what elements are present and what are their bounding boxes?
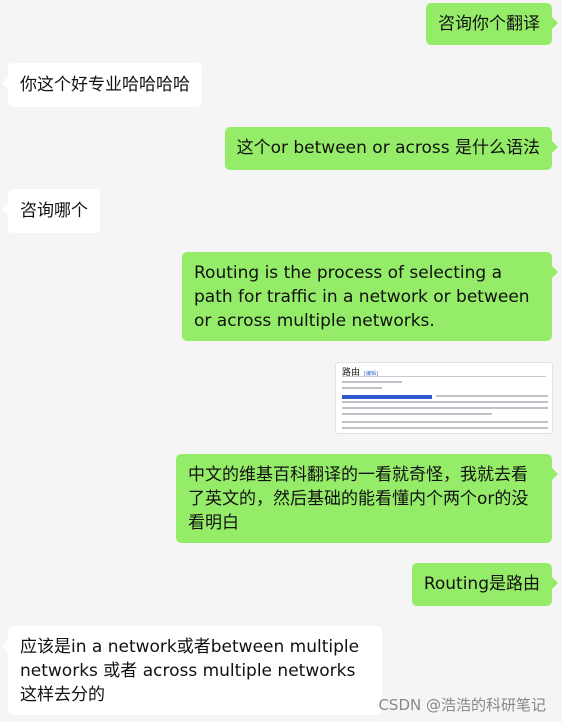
image-text-line — [342, 413, 492, 415]
message-bubble-sent[interactable]: 这个or between or across 是什么语法 — [224, 127, 559, 170]
message-bubble-received[interactable]: 你这个好专业哈哈哈哈 — [2, 63, 202, 107]
image-text-line — [436, 395, 548, 397]
image-text-line — [342, 407, 548, 409]
image-text-line — [342, 401, 548, 403]
image-text-line — [342, 427, 548, 429]
message-bubble-sent[interactable]: 中文的维基百科翻译的一看就奇怪，我就去看了英文的，然后基础的能看懂内个两个or的… — [176, 454, 558, 543]
image-text-line — [342, 387, 382, 389]
message-bubble-sent[interactable]: 咨询你个翻译 — [426, 3, 558, 45]
image-text-line — [342, 421, 548, 423]
image-rule — [342, 376, 546, 377]
watermark: CSDN @浩浩的科研笔记 — [378, 696, 546, 714]
image-highlight — [342, 395, 432, 399]
image-text-line — [342, 381, 402, 383]
message-bubble-received[interactable]: 应该是in a network或者between multiple networ… — [2, 626, 382, 715]
message-bubble-received[interactable]: 咨询哪个 — [2, 189, 100, 233]
image-message-wiki-screenshot[interactable]: 路由 [编辑] — [335, 362, 553, 434]
message-bubble-sent[interactable]: Routing是路由 — [411, 563, 559, 606]
message-bubble-sent[interactable]: Routing is the process of selecting a pa… — [182, 252, 558, 341]
